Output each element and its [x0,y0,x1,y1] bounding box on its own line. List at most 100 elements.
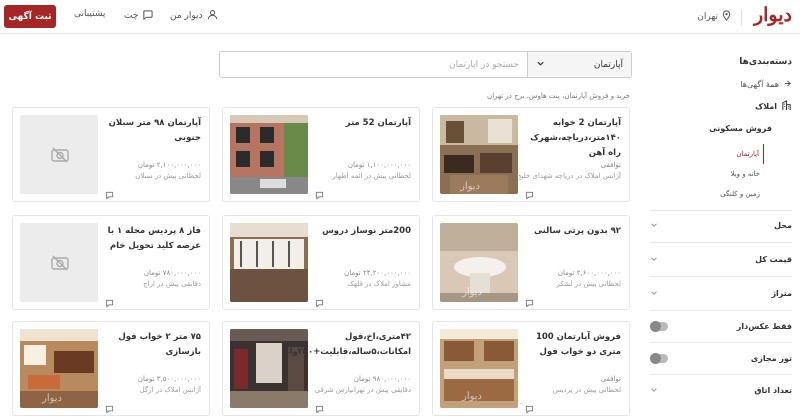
filter-location-label: محل [774,221,792,230]
filter-virtual-tour: تور مجازی [650,342,792,374]
listing-price: توافقی [600,375,621,383]
listing-info: ۹۸۰,۰۰۰,۰۰۰ تومان دقایقی پیش در تهرانپار… [309,374,411,396]
listing-meta: دقایقی پیش در اراج [143,280,201,288]
filter-location[interactable]: محل [650,210,792,240]
listing-title: ۴۲متری،اخ،فول امکانات،۵ساله،قابلیت+۲۵۰وا… [283,332,411,357]
filter-area[interactable]: متراژ [650,276,792,310]
city-selector[interactable]: تهران [697,10,732,24]
my-divar-link[interactable]: دیوار من [170,9,218,23]
listing-meta: لحظاتی پیش در لشکر [556,280,621,288]
listing-grid: دیوار آپارتمان 2 خوابه ۱۴۰متر،دریاچه،شهر… [12,107,632,418]
living-room-dining-photo: دیوار [20,329,98,408]
category-real-estate-label: املاک [755,102,777,111]
search-bar: آپارتمان [219,51,632,78]
listing-meta: لحظاتی پیش در ائمه اطهار [332,172,411,180]
sub-item-apartment[interactable]: آپارتمان [720,144,764,164]
listing-title: 200متر نوساز دروس [322,226,411,236]
listing-image [20,115,98,194]
top-header: ثبت آگهی پشتیبانی چت دیوار من دیوار تهرا… [0,0,800,34]
virtual-tour-toggle[interactable] [650,353,668,364]
search-category-label: آپارتمان [593,59,623,70]
listing-image: دیوار [440,115,518,194]
sub-item-land[interactable]: زمین و کلنگی [720,184,764,204]
listing-info: ۲,۱۰۰,۰۰۰,۰۰۰ تومان لحظاتی پیش در سبلان [99,160,201,182]
listing-card[interactable]: دیوار آپارتمان 2 خوابه ۱۴۰متر،دریاچه،شهر… [432,107,630,202]
apartment-living-room-photo: دیوار [440,115,518,194]
all-ads-label: همهٔ آگهی‌ها [740,80,779,89]
category-real-estate[interactable]: املاک [755,100,792,113]
filter-virtual-tour-label: تور مجازی [750,354,792,363]
listing-title: آپارتمان 52 متر [345,118,411,128]
chevron-down-icon [650,255,658,265]
listing-title: ۹۲ بدون پرتی سالنی [534,226,621,236]
building-facade-photo [230,115,308,194]
listing-price: ۲,۱۰۰,۰۰۰,۰۰۰ تومان [137,161,201,169]
listing-card[interactable]: 200متر نوساز دروس ۲۴,۲۰۰,۰۰۰,۰۰۰ تومان م… [222,215,420,310]
sub-item-house-villa[interactable]: خانه و ویلا [720,164,764,184]
listing-card[interactable]: ۴۲متری،اخ،فول امکانات،۵ساله،قابلیت+۲۵۰وا… [222,321,420,416]
listing-card[interactable]: فاز ۸ پردیس محله ۱ با عرصه کلید تحویل خا… [12,215,210,310]
listing-meta: آژانس املاک در دریاچه شهدای خلیج... [519,172,621,180]
listing-card[interactable]: دیوار ۷۵ متر ۲ خواب فول بازسازی ۳,۵۰۰,۰۰… [12,321,210,416]
hallway-photo [230,329,308,408]
search-input[interactable] [220,52,527,77]
filter-total-price-label: قیمت کل [755,255,792,264]
listing-info: توافقی آژانس املاک در دریاچه شهدای خلیج.… [519,160,621,182]
chat-label: چت [124,11,139,21]
listing-card[interactable]: دیوار فروش آپارتمان 100 متری دو خواب فول… [432,321,630,416]
empty-room-windows-photo [230,223,308,302]
chat-icon [315,399,324,414]
chat-icon [105,185,114,200]
chat-icon [525,293,534,308]
listing-price: ۹۸۰,۰۰۰,۰۰۰ تومان [353,375,411,383]
photo-only-toggle[interactable] [650,321,668,332]
filter-rooms[interactable]: تعداد اتاق [650,374,792,406]
listing-title: فروش آپارتمان 100 متری دو خواب فول [535,332,621,357]
listing-price: ۱,۱۰۰,۰۰۰,۰۰۰ تومان [347,161,411,169]
listing-image: دیوار [440,329,518,408]
divar-logo[interactable]: دیوار [754,4,792,26]
chat-icon [105,293,114,308]
search-category-dropdown[interactable]: آپارتمان [527,52,631,77]
bathroom-sink-photo: دیوار [440,223,518,302]
listing-card[interactable]: آپارتمان ۹۸ متر سبلان جنوبی ۲,۱۰۰,۰۰۰,۰۰… [12,107,210,202]
listing-title: فاز ۸ پردیس محله ۱ با عرصه کلید تحویل خا… [107,226,201,251]
listing-title: آپارتمان 2 خوابه ۱۴۰متر،دریاچه،شهرک راه … [530,118,621,158]
city-label: تهران [697,12,718,22]
header-divider [741,9,742,25]
my-divar-label: دیوار من [170,11,203,21]
svg-text:دیوار: دیوار [459,181,480,192]
filter-rooms-label: تعداد اتاق [754,386,792,395]
no-image-icon [51,147,69,163]
listing-info: ۱,۱۰۰,۰۰۰,۰۰۰ تومان لحظاتی پیش در ائمه ا… [309,160,411,182]
chevron-down-icon [650,289,658,299]
building-icon [781,100,792,113]
listing-meta: مشاور املاک در قلهک [347,280,411,288]
support-link[interactable]: پشتیبانی [74,9,105,19]
listing-info: ۲۴,۲۰۰,۰۰۰,۰۰۰ تومان مشاور املاک در قلهک [309,268,411,290]
listing-price: ۳,۵۰۰,۰۰۰,۰۰۰ تومان [137,375,201,383]
listing-info: توافقی لحظاتی پیش در پردیس [519,374,621,396]
listing-info: ۷۸۰,۰۰۰,۰۰۰ تومان دقایقی پیش در اراج [99,268,201,290]
chat-link[interactable]: چت [124,9,153,23]
chat-icon [315,185,324,200]
categories-title: دسته‌بندی‌ها [739,57,792,67]
listing-card[interactable]: دیوار ۹۲ بدون پرتی سالنی ۲,۶۰۰,۰۰۰,۰۰۰ ت… [432,215,630,310]
subcategory-list: آپارتمان خانه و ویلا زمین و کلنگی [720,144,764,204]
chat-icon [525,185,534,200]
listing-title: آپارتمان ۹۸ متر سبلان جنوبی [108,118,201,143]
chat-icon [105,399,114,414]
filter-total-price[interactable]: قیمت کل [650,242,792,276]
listing-price: ۷۸۰,۰۰۰,۰۰۰ تومان [143,269,201,277]
listing-info: ۳,۵۰۰,۰۰۰,۰۰۰ تومان آژانس املاک در ارگل [99,374,201,396]
user-icon [207,9,218,23]
subcategory-residential-sale[interactable]: فروش مسکونی [709,124,772,133]
listing-price: توافقی [600,161,621,169]
listing-image [230,329,308,408]
post-ad-button[interactable]: ثبت آگهی [4,5,56,28]
all-ads-link[interactable]: همهٔ آگهی‌ها [740,79,792,90]
chevron-down-icon [536,59,545,71]
listing-card[interactable]: آپارتمان 52 متر ۱,۱۰۰,۰۰۰,۰۰۰ تومان لحظا… [222,107,420,202]
listing-meta: دقایقی پیش در تهرانپارس شرقی [314,386,411,394]
listing-meta: لحظاتی پیش در پردیس [552,386,621,394]
